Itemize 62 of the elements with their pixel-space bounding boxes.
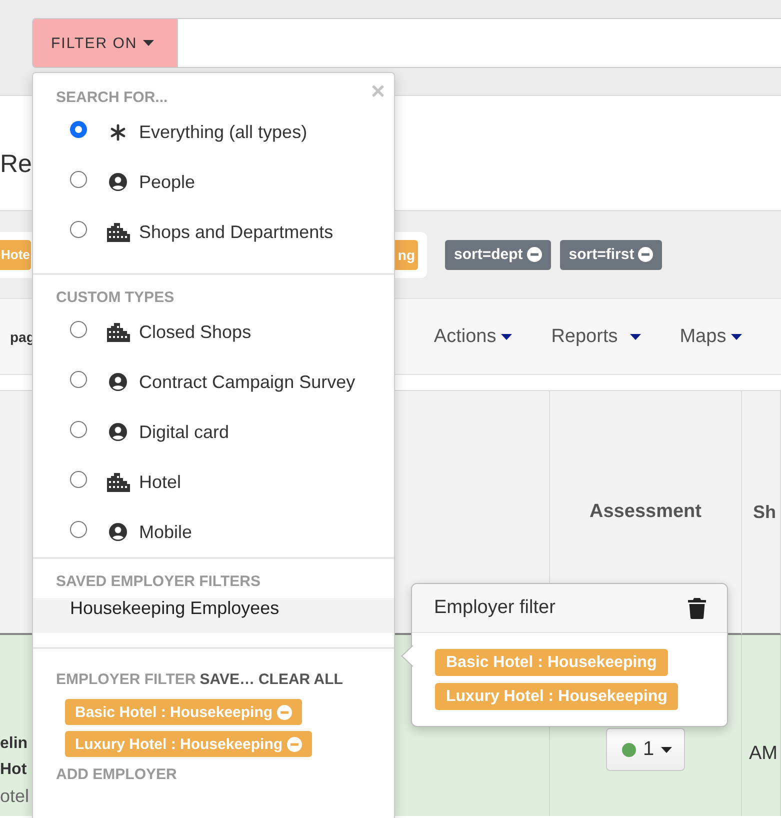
- caret-icon: [731, 334, 742, 340]
- page-title: Re: [0, 150, 32, 179]
- row-subtitle: otel: [0, 785, 30, 808]
- option-label[interactable]: Everything (all types): [139, 122, 308, 142]
- filter-on-button[interactable]: FILTER ON: [32, 18, 177, 68]
- radio-button[interactable]: [70, 121, 87, 138]
- option-label[interactable]: Contract Campaign Survey: [139, 372, 356, 392]
- radio-button[interactable]: [70, 171, 87, 188]
- section-heading: ADD EMPLOYER: [56, 766, 177, 784]
- remove-icon[interactable]: [638, 247, 654, 262]
- caret-icon: [661, 746, 672, 752]
- caret-icon: [501, 334, 512, 340]
- radio-button[interactable]: [70, 371, 87, 388]
- person-icon: [109, 423, 127, 441]
- filter-tag: Luxury Hotel : Housekeeping: [65, 731, 312, 757]
- asterisk-icon: [110, 124, 126, 140]
- radio-button[interactable]: [70, 471, 87, 488]
- caret-icon: [143, 40, 154, 46]
- building-icon: [106, 222, 130, 242]
- row-name: elin: [0, 734, 28, 754]
- option-label[interactable]: Hotel: [139, 472, 182, 492]
- section-heading: SEARCH FOR...: [56, 89, 168, 107]
- section-heading: CUSTOM TYPES: [56, 289, 174, 307]
- caret-icon: [630, 334, 641, 340]
- section-heading: EMPLOYER FILTER: [56, 671, 196, 689]
- filter-tag: sort=first: [560, 240, 662, 270]
- filter-tag: Basic Hotel : Housekeeping: [435, 649, 668, 676]
- radio-button[interactable]: [70, 321, 87, 338]
- filter-tag: sort=dept: [445, 240, 551, 270]
- assessment-dropdown[interactable]: 1: [606, 728, 686, 771]
- filter-action-link[interactable]: SAVE…: [200, 671, 254, 688]
- menu-button[interactable]: Actions: [434, 326, 512, 348]
- option-label[interactable]: People: [139, 172, 196, 192]
- option-label[interactable]: Closed Shops: [139, 322, 252, 342]
- popover-title: Employer filter: [434, 597, 556, 619]
- menu-button[interactable]: Maps: [680, 326, 742, 348]
- table-cell-text: AM: [748, 743, 778, 765]
- menu-button[interactable]: Reports: [551, 326, 641, 348]
- radio-button[interactable]: [70, 221, 87, 238]
- option-label[interactable]: Shops and Departments: [139, 222, 334, 242]
- option-label[interactable]: Mobile: [139, 522, 192, 542]
- filter-action-link[interactable]: CLEAR ALL: [258, 671, 343, 688]
- person-icon: [109, 523, 127, 541]
- trash-icon[interactable]: [688, 598, 706, 618]
- search-field[interactable]: [177, 18, 781, 68]
- filter-tag: Hote: [0, 240, 31, 270]
- building-icon: [106, 322, 130, 342]
- column-header: Sh: [753, 502, 776, 522]
- row-name: Hot: [0, 760, 27, 780]
- radio-button[interactable]: [70, 521, 87, 538]
- section-heading: SAVED EMPLOYER FILTERS: [56, 573, 260, 591]
- option-label[interactable]: Digital card: [139, 422, 230, 442]
- radio-button[interactable]: [70, 421, 87, 438]
- person-icon: [109, 373, 127, 391]
- filter-tag: ng: [394, 240, 418, 270]
- building-icon: [106, 472, 130, 492]
- filter-tag: Basic Hotel : Housekeeping: [65, 699, 302, 725]
- remove-icon[interactable]: [526, 247, 542, 262]
- column-header: Assessment: [590, 501, 702, 523]
- filter-tag: Luxury Hotel : Housekeeping: [435, 683, 678, 710]
- person-icon: [109, 173, 127, 191]
- saved-filter-item[interactable]: Housekeeping Employees: [33, 598, 394, 633]
